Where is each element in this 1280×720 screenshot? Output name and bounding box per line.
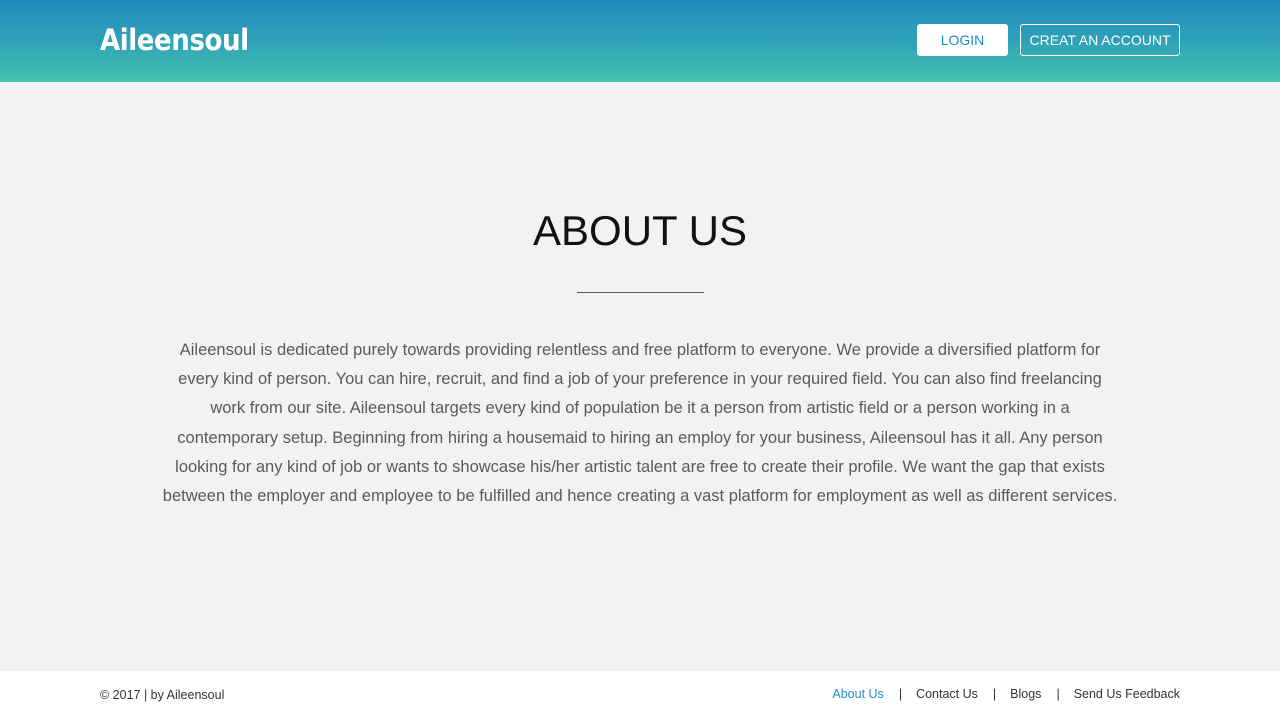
footer-link-about-us[interactable]: About Us (832, 687, 883, 701)
title-divider (577, 292, 704, 293)
site-header: Aileensoul LOGIN CREAT AN ACCOUNT (0, 0, 1280, 82)
footer-nav: About Us | Contact Us | Blogs | Send Us Feedba… (832, 684, 1180, 704)
footer-link-send-feedback[interactable]: Send Us Feedback (1074, 687, 1180, 701)
footer-separator: | (1056, 687, 1060, 701)
about-description: Aileensoul is dedicated purely towards p… (162, 341, 1118, 506)
footer-separator: | (992, 687, 997, 701)
copyright-text: © 2017 | by Aileensoul (100, 688, 225, 702)
site-footer: © 2017 | by Aileensoul About Us | Contact … (0, 671, 1280, 720)
login-button[interactable]: LOGIN (917, 24, 1008, 56)
footer-separator: | (898, 687, 903, 701)
create-account-button[interactable]: CREAT AN ACCOUNT (1020, 24, 1180, 56)
footer-link-blogs[interactable]: Blogs (1010, 687, 1041, 701)
footer-link-contact-us[interactable]: Contact Us (916, 687, 978, 701)
site-logo[interactable]: Aileensoul (100, 18, 249, 62)
page-title: ABOUT US (533, 207, 747, 254)
